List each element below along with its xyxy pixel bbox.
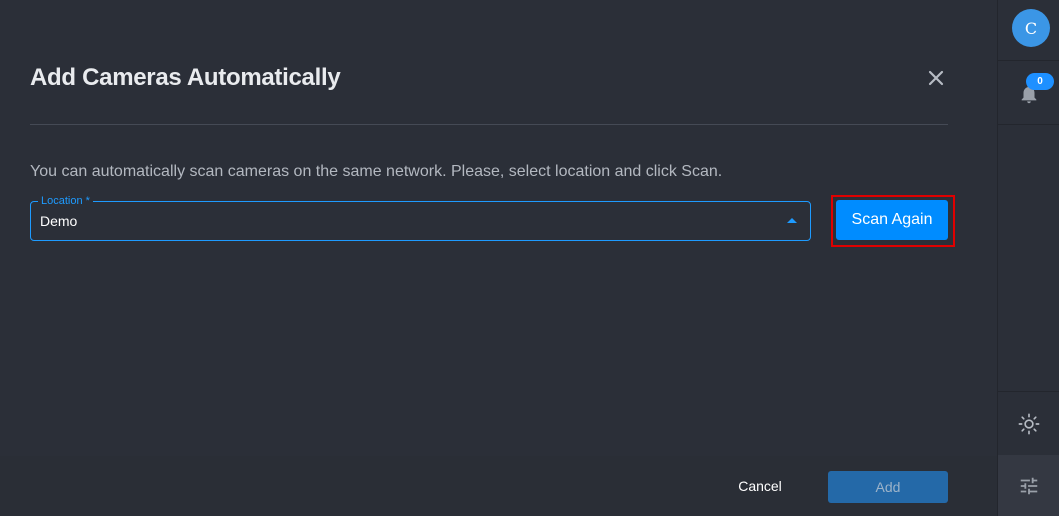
- tune-icon[interactable]: [1018, 475, 1040, 497]
- right-sidebar: C 0: [997, 0, 1059, 516]
- location-label: Location *: [38, 194, 93, 208]
- dialog-description: You can automatically scan cameras on th…: [30, 163, 723, 180]
- settings-panel-button[interactable]: [998, 455, 1059, 516]
- caret-up-icon[interactable]: [787, 218, 797, 223]
- location-value: Demo: [40, 213, 78, 229]
- avatar[interactable]: C: [1012, 9, 1050, 47]
- close-icon[interactable]: [924, 66, 948, 90]
- location-select[interactable]: Location * Demo: [30, 194, 811, 241]
- sidebar-divider: [998, 391, 1059, 392]
- sun-icon[interactable]: [1018, 413, 1040, 435]
- cancel-button[interactable]: Cancel: [720, 472, 800, 500]
- sidebar-divider: [998, 124, 1059, 125]
- scan-again-button[interactable]: Scan Again: [836, 200, 948, 240]
- title-divider: [30, 124, 948, 125]
- add-button[interactable]: Add: [828, 471, 948, 503]
- dialog-footer: Cancel Add: [0, 456, 997, 516]
- dialog-title: Add Cameras Automatically: [30, 64, 341, 91]
- add-cameras-dialog: Add Cameras Automatically You can automa…: [0, 0, 997, 516]
- notification-badge: 0: [1026, 73, 1054, 90]
- sidebar-divider: [998, 60, 1059, 61]
